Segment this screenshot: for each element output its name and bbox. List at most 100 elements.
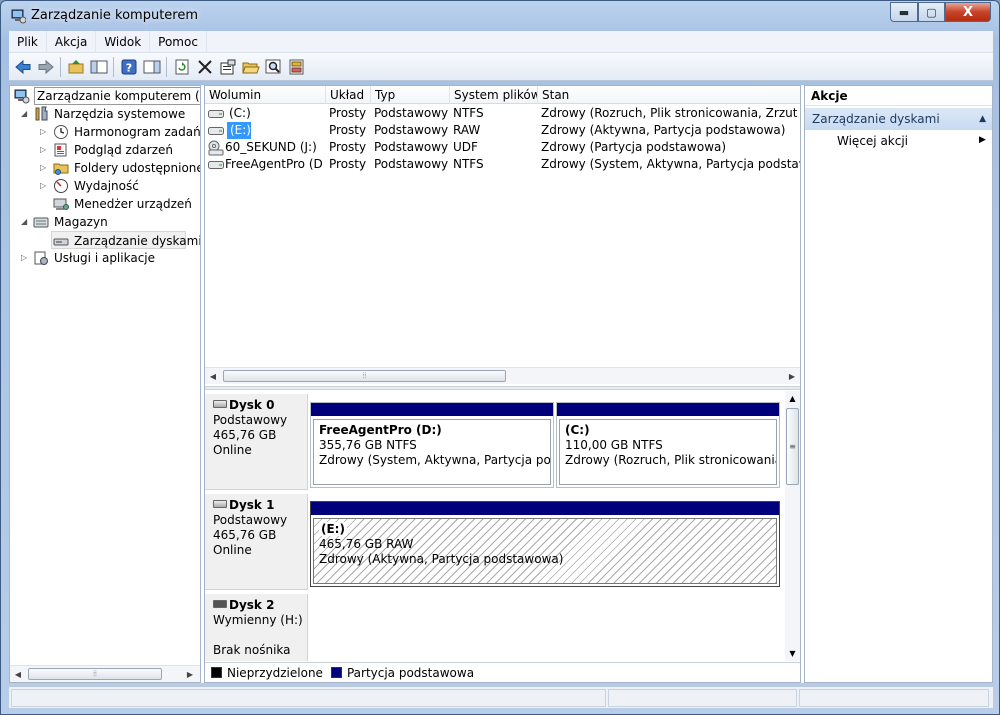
partition-c[interactable]: (C:) 110,00 GB NTFS Zdrowy (Rozruch, Pli… (556, 402, 780, 488)
disk-state: Online (213, 543, 252, 557)
expand-icon[interactable]: ▷ (40, 177, 50, 195)
open-button[interactable] (239, 56, 262, 78)
volume-type: Podstawowy (374, 106, 449, 120)
device-manager-icon (53, 198, 69, 210)
close-button[interactable]: X (945, 2, 991, 22)
toolbar: ? (9, 53, 993, 81)
volume-layout: Prosty (329, 140, 367, 154)
disk-view-vertical-scrollbar[interactable]: ▲ ≡ ▼ (785, 391, 800, 661)
dvd-drive-icon (208, 140, 224, 156)
tree-label: Usługi i aplikacje (54, 251, 156, 265)
tree-item-event-viewer[interactable]: ▷ Podgląd zdarzeń (10, 141, 200, 159)
scroll-right-icon[interactable]: ▶ (182, 666, 198, 682)
disk-info-0[interactable]: Dysk 0 Podstawowy 465,76 GB Online (205, 394, 308, 490)
scroll-left-icon[interactable]: ◀ (10, 666, 26, 682)
column-header-volume[interactable]: Wolumin (205, 86, 326, 104)
forward-button[interactable] (34, 56, 57, 78)
close-icon: X (962, 4, 974, 20)
delete-button[interactable] (193, 56, 216, 78)
menu-file[interactable]: Plik (9, 30, 47, 53)
maximize-button[interactable]: ▢ (918, 2, 945, 22)
performance-icon (54, 179, 68, 193)
help-icon: ? (121, 59, 136, 74)
partition-body: (C:) 110,00 GB NTFS Zdrowy (Rozruch, Pli… (559, 419, 777, 485)
expand-icon[interactable]: ▷ (40, 123, 50, 141)
column-header-type[interactable]: Typ (371, 86, 450, 104)
properties-button[interactable] (216, 56, 239, 78)
tree-item-services-applications[interactable]: ▷ Usługi i aplikacje (10, 249, 200, 267)
tree-item-shared-folders[interactable]: ▷ Foldery udostępnione (10, 159, 200, 177)
collapse-icon[interactable]: ◢ (21, 105, 31, 123)
partition-name: (E:) (319, 522, 347, 536)
export-button[interactable] (285, 56, 308, 78)
volume-layout: Prosty (329, 157, 367, 171)
column-header-layout[interactable]: Układ (326, 86, 371, 104)
volume-row[interactable]: (E:) Prosty Podstawowy RAW Zdrowy (Aktyw… (205, 122, 800, 139)
volume-list-horizontal-scrollbar[interactable]: ◀ ⦙⦙ ▶ (205, 367, 800, 384)
collapse-icon[interactable]: ◢ (21, 213, 31, 231)
more-actions[interactable]: Więcej akcji (837, 134, 908, 148)
tree-item-task-scheduler[interactable]: ▷ Harmonogram zadań (10, 123, 200, 141)
scroll-left-icon[interactable]: ◀ (205, 368, 221, 385)
column-header-filesystem[interactable]: System plików (450, 86, 538, 104)
tree-horizontal-scrollbar[interactable]: ◀ ⦙⦙ ▶ (10, 665, 200, 682)
computer-management-icon (11, 9, 26, 24)
volume-row[interactable]: (C:) Prosty Podstawowy NTFS Zdrowy (Rozr… (205, 105, 800, 122)
column-header-status[interactable]: Stan (538, 86, 800, 104)
pane-splitter[interactable] (205, 386, 800, 390)
tree-item-storage[interactable]: ◢ Magazyn (10, 213, 200, 231)
tree-item-disk-management[interactable]: Zarządzanie dyskami (51, 231, 200, 249)
partition-bar (557, 403, 779, 416)
refresh-button[interactable] (170, 56, 193, 78)
status-cell-main (11, 689, 606, 707)
expand-icon[interactable]: ▷ (21, 249, 31, 267)
expand-icon[interactable]: ▷ (40, 159, 50, 177)
show-hide-tree-button[interactable] (87, 56, 110, 78)
menu-action[interactable]: Akcja (47, 30, 97, 53)
menu-help[interactable]: Pomoc (150, 30, 207, 53)
disk-state: Brak nośnika (213, 643, 291, 657)
scroll-down-icon[interactable]: ▼ (785, 646, 800, 661)
status-bar (9, 686, 993, 708)
disk-type: Podstawowy (213, 513, 288, 527)
disk-info-2[interactable]: Dysk 2 Wymienny (H:) Brak nośnika (205, 594, 308, 661)
maximize-icon: ▢ (926, 5, 937, 19)
volume-status: Zdrowy (Rozruch, Plik stronicowania, Zrz… (541, 106, 800, 120)
collapse-up-icon[interactable]: ▲ (979, 108, 986, 130)
volume-filesystem: NTFS (453, 157, 484, 171)
volume-name: 60_SEKUND (J:) (225, 140, 317, 154)
search-button[interactable] (262, 56, 285, 78)
svg-text:?: ? (125, 61, 131, 74)
disk-info-1[interactable]: Dysk 1 Podstawowy 465,76 GB Online (205, 494, 308, 590)
tree-item-device-manager[interactable]: Menedżer urządzeń (10, 195, 200, 213)
volume-status: Zdrowy (System, Aktywna, Partycja podsta… (541, 157, 800, 171)
tree-item-system-tools[interactable]: ◢ Narzędzia systemowe (10, 105, 200, 123)
volume-row[interactable]: 60_SEKUND (J:) Prosty Podstawowy UDF Zdr… (205, 139, 800, 156)
tree-item-computer-management[interactable]: Zarządzanie komputerem (lokalne) (10, 87, 200, 105)
tree-item-performance[interactable]: ▷ Wydajność (10, 177, 200, 195)
window: Zarządzanie komputerem ▬ ▢ X Plik Akcja … (0, 0, 1000, 715)
scroll-thumb[interactable]: ⦙⦙ (28, 668, 162, 680)
help-button[interactable]: ? (117, 56, 140, 78)
expand-icon[interactable]: ▷ (40, 141, 50, 159)
toolbar-separator (60, 56, 61, 77)
legend-swatch-unallocated (211, 667, 222, 678)
tree-label: Podgląd zdarzeń (74, 143, 173, 157)
show-hide-action-pane-button[interactable] (140, 56, 163, 78)
scroll-up-icon[interactable]: ▲ (785, 391, 800, 406)
menu-view[interactable]: Widok (96, 30, 151, 53)
scroll-thumb[interactable]: ≡ (786, 408, 799, 485)
scroll-right-icon[interactable]: ▶ (784, 368, 800, 385)
partition-e[interactable]: (E:) 465,76 GB RAW Zdrowy (Aktywna, Part… (310, 501, 780, 587)
tree-label: Menedżer urządzeń (74, 197, 192, 211)
scroll-thumb[interactable]: ⦙⦙ (223, 370, 506, 382)
up-button[interactable] (64, 56, 87, 78)
partition-d[interactable]: FreeAgentPro (D:) 355,76 GB NTFS Zdrowy … (310, 402, 554, 488)
minimize-button[interactable]: ▬ (890, 2, 918, 22)
actions-section-disk-management[interactable]: Zarządzanie dyskami ▲ (805, 108, 992, 130)
volume-row[interactable]: FreeAgentPro (D:) Prosty Podstawowy NTFS… (205, 156, 800, 173)
back-button[interactable] (11, 56, 34, 78)
partition-body: FreeAgentPro (D:) 355,76 GB NTFS Zdrowy … (313, 419, 551, 485)
title-bar[interactable]: Zarządzanie komputerem ▬ ▢ X (1, 1, 999, 31)
volume-status: Zdrowy (Aktywna, Partycja podstawowa) (541, 123, 786, 137)
